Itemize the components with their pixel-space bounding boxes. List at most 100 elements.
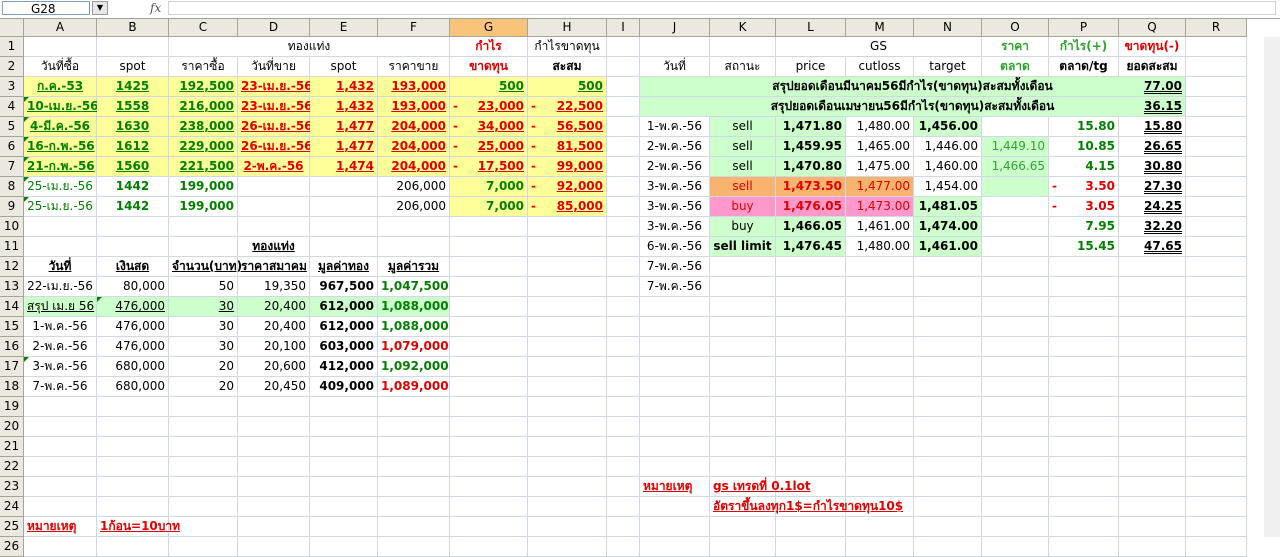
cell-g22[interactable] — [450, 457, 528, 477]
cell-j5[interactable]: 1-พ.ค.-56 — [640, 117, 710, 137]
cell-o13[interactable] — [982, 277, 1049, 297]
cell-i16[interactable] — [607, 337, 640, 357]
column-header-e[interactable]: E — [310, 19, 378, 37]
cell-p26[interactable] — [1049, 537, 1119, 557]
row-header-15[interactable]: 15 — [0, 317, 24, 337]
cell-f19[interactable] — [378, 397, 450, 417]
cell-l20[interactable] — [776, 417, 846, 437]
cell-n25[interactable] — [914, 517, 982, 537]
cell-p18[interactable] — [1049, 377, 1119, 397]
cell-d8[interactable] — [238, 177, 310, 197]
cell-l6[interactable]: 1,459.95 — [776, 137, 846, 157]
cell-e9[interactable] — [310, 197, 378, 217]
cell-m21[interactable] — [846, 437, 914, 457]
cell-r14[interactable] — [1186, 297, 1247, 317]
cell-q7[interactable]: 30.80 — [1119, 157, 1186, 177]
cell-h12[interactable] — [528, 257, 607, 277]
cell-j24[interactable] — [640, 497, 710, 517]
cell-i18[interactable] — [607, 377, 640, 397]
cell-a4[interactable]: 10-เม.ย.-56 — [24, 97, 99, 117]
cell-d24[interactable] — [238, 497, 310, 517]
cell-h23[interactable] — [528, 477, 607, 497]
cell-b20[interactable] — [97, 417, 169, 437]
cell-k12[interactable] — [710, 257, 776, 277]
cell-g13[interactable] — [450, 277, 528, 297]
row-header-19[interactable]: 19 — [0, 397, 24, 417]
cell-n17[interactable] — [914, 357, 982, 377]
cell-i17[interactable] — [607, 357, 640, 377]
cell-c18[interactable]: 20 — [169, 377, 238, 397]
cell-f24[interactable] — [378, 497, 450, 517]
cell-p2[interactable]: ตลาด/tg — [1049, 57, 1119, 77]
cell-i14[interactable] — [607, 297, 640, 317]
cell-h22[interactable] — [528, 457, 607, 477]
cell-d2[interactable]: วันที่ขาย — [238, 57, 310, 77]
cell-q11[interactable]: 47.65 — [1119, 237, 1186, 257]
cell-c20[interactable] — [169, 417, 238, 437]
cell-o8[interactable] — [982, 177, 1049, 197]
cell-n21[interactable] — [914, 437, 982, 457]
row-header-18[interactable]: 18 — [0, 377, 24, 397]
cell-d14[interactable]: 20,400 — [238, 297, 310, 317]
cell-j25[interactable] — [640, 517, 710, 537]
cell-h18[interactable] — [528, 377, 607, 397]
select-all-corner[interactable] — [0, 19, 24, 37]
cell-q16[interactable] — [1119, 337, 1186, 357]
cell-i1[interactable] — [607, 37, 640, 57]
cell-m2[interactable]: cutloss — [846, 57, 914, 77]
cell-j21[interactable] — [640, 437, 710, 457]
cell-m25[interactable] — [846, 517, 914, 537]
cell-l15[interactable] — [776, 317, 846, 337]
cell-a6[interactable]: 16-ก.พ.-56 — [24, 137, 97, 157]
cell-h24[interactable] — [528, 497, 607, 517]
cell-j3[interactable]: สรุปยอดเดือนมีนาคม56มีกำไร(ขาดทุน)สะสมทั… — [640, 77, 1186, 97]
cell-r13[interactable] — [1186, 277, 1247, 297]
cell-l9[interactable]: 1,476.05 — [776, 197, 846, 217]
cell-r3[interactable] — [1186, 77, 1247, 97]
row-header-26[interactable]: 26 — [0, 537, 24, 557]
cell-f9[interactable]: 206,000 — [378, 197, 450, 217]
cell-f21[interactable] — [378, 437, 450, 457]
cell-a8[interactable]: 25-เม.ย.-56 — [24, 177, 97, 197]
column-header-m[interactable]: M — [846, 19, 914, 37]
column-header-j[interactable]: J — [640, 19, 710, 37]
cell-e12[interactable]: มูลค่าทอง — [310, 257, 378, 277]
cell-h16[interactable] — [528, 337, 607, 357]
name-box[interactable]: G28 — [2, 1, 90, 16]
cell-j22[interactable] — [640, 457, 710, 477]
cell-n5[interactable]: 1,456.00 — [914, 117, 982, 137]
cell-o6[interactable]: 1,449.10 — [982, 137, 1049, 157]
cell-k24[interactable]: อัตราขึ้นลงทุก1$=กำไรขาดทุน10$ — [710, 497, 903, 517]
cell-c4[interactable]: 216,000 — [169, 97, 238, 117]
cell-r17[interactable] — [1186, 357, 1247, 377]
cell-r9[interactable] — [1186, 197, 1247, 217]
cell-r10[interactable] — [1186, 217, 1247, 237]
cell-c26[interactable] — [169, 537, 238, 557]
cell-f2[interactable]: ราคาขาย — [378, 57, 450, 77]
cell-q25[interactable] — [1119, 517, 1186, 537]
cell-p9a[interactable]: - — [1049, 197, 1063, 217]
cell-e20[interactable] — [310, 417, 378, 437]
cell-n23[interactable] — [914, 477, 982, 497]
cell-e5[interactable]: 1,477 — [310, 117, 378, 137]
cell-q1[interactable]: ขาดทุน(-) — [1119, 37, 1186, 57]
cell-h26[interactable] — [528, 537, 607, 557]
cell-e18[interactable]: 409,000 — [310, 377, 378, 397]
cell-q24[interactable] — [1119, 497, 1186, 517]
row-header-24[interactable]: 24 — [0, 497, 24, 517]
cell-c23[interactable] — [169, 477, 238, 497]
cell-j18[interactable] — [640, 377, 710, 397]
cell-h15[interactable] — [528, 317, 607, 337]
cell-p19[interactable] — [1049, 397, 1119, 417]
cell-q26[interactable] — [1119, 537, 1186, 557]
cell-i7[interactable] — [607, 157, 640, 177]
cell-p13[interactable] — [1049, 277, 1119, 297]
cell-k18[interactable] — [710, 377, 776, 397]
cell-j9[interactable]: 3-พ.ค.-56 — [640, 197, 710, 217]
cell-f14[interactable]: 1,088,000 — [378, 297, 450, 317]
cell-m26[interactable] — [846, 537, 914, 557]
cell-a9[interactable]: 25-เม.ย.-56 — [24, 197, 97, 217]
cell-f3[interactable]: 193,000 — [378, 77, 450, 97]
cell-j14[interactable] — [640, 297, 710, 317]
cell-q6[interactable]: 26.65 — [1119, 137, 1186, 157]
